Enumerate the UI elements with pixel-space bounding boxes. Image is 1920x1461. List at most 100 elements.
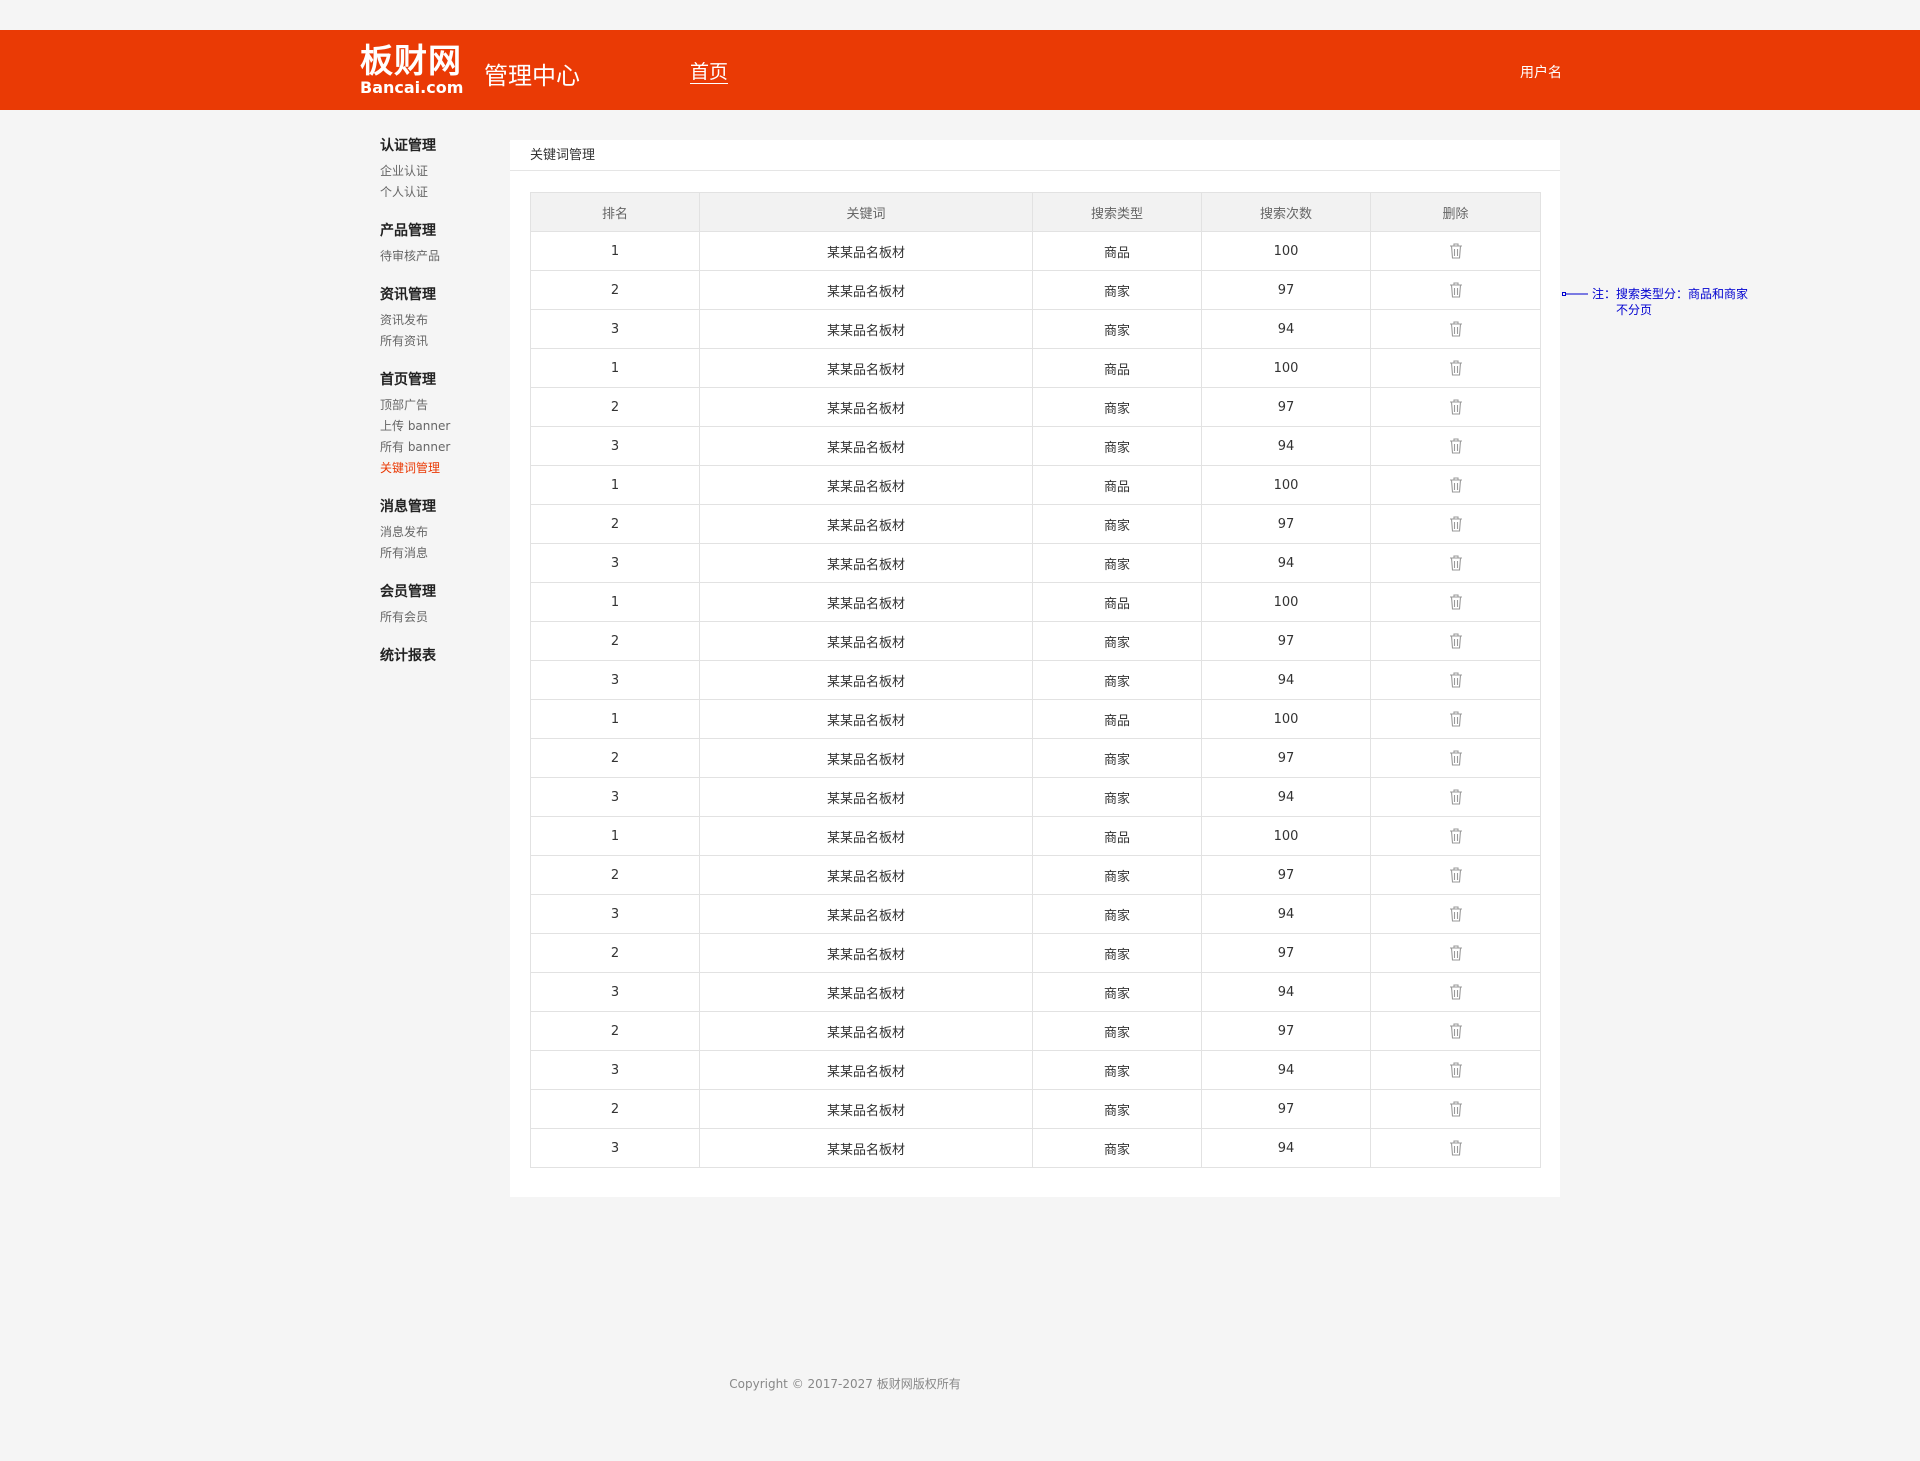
- cell-rank: 3: [530, 1128, 700, 1168]
- sidebar-group-title[interactable]: 会员管理: [380, 582, 510, 603]
- trash-icon[interactable]: [1448, 593, 1464, 611]
- trash-icon[interactable]: [1448, 281, 1464, 299]
- sidebar-item[interactable]: 顶部广告: [380, 395, 510, 416]
- cell-search-type: 商品: [1032, 465, 1202, 505]
- sidebar-item[interactable]: 关键词管理: [380, 458, 510, 479]
- logo-chinese: 板财网: [360, 41, 462, 80]
- sidebar-item[interactable]: 所有 banner: [380, 437, 510, 458]
- cell-search-count: 97: [1201, 738, 1371, 778]
- trash-icon[interactable]: [1448, 749, 1464, 767]
- trash-icon[interactable]: [1448, 359, 1464, 377]
- cell-keyword: 某某品名板材: [699, 621, 1033, 661]
- trash-icon[interactable]: [1448, 554, 1464, 572]
- sidebar-item[interactable]: 消息发布: [380, 522, 510, 543]
- cell-search-count: 94: [1201, 426, 1371, 466]
- sidebar-item[interactable]: 资讯发布: [380, 310, 510, 331]
- table-row: 1 某某品名板材 商品 100: [530, 582, 1541, 622]
- sidebar-group-title[interactable]: 首页管理: [380, 370, 510, 391]
- sidebar-item[interactable]: 所有消息: [380, 543, 510, 564]
- trash-icon[interactable]: [1448, 437, 1464, 455]
- cell-keyword: 某某品名板材: [699, 1128, 1033, 1168]
- sidebar-item[interactable]: 个人认证: [380, 182, 510, 203]
- trash-icon[interactable]: [1448, 983, 1464, 1001]
- cell-search-type: 商家: [1032, 621, 1202, 661]
- trash-icon[interactable]: [1448, 1022, 1464, 1040]
- cell-search-type: 商家: [1032, 426, 1202, 466]
- admin-title: 管理中心: [484, 62, 580, 90]
- sidebar-item[interactable]: 待审核产品: [380, 246, 510, 267]
- cell-delete: [1370, 621, 1541, 661]
- trash-icon[interactable]: [1448, 476, 1464, 494]
- sidebar-group-title[interactable]: 认证管理: [380, 136, 510, 157]
- cell-rank: 2: [530, 1089, 700, 1129]
- cell-search-count: 94: [1201, 660, 1371, 700]
- logo-english: Bancai.com: [360, 78, 464, 97]
- cell-delete: [1370, 270, 1541, 310]
- trash-icon[interactable]: [1448, 944, 1464, 962]
- cell-delete: [1370, 1050, 1541, 1090]
- sidebar-group-title[interactable]: 消息管理: [380, 497, 510, 518]
- cell-rank: 2: [530, 933, 700, 973]
- panel-title: 关键词管理: [510, 140, 1560, 171]
- trash-icon[interactable]: [1448, 1061, 1464, 1079]
- logo[interactable]: 板财网 Bancai.com: [360, 44, 463, 96]
- sidebar-group-title[interactable]: 产品管理: [380, 221, 510, 242]
- trash-icon[interactable]: [1448, 320, 1464, 338]
- trash-icon[interactable]: [1448, 671, 1464, 689]
- cell-delete: [1370, 777, 1541, 817]
- trash-icon[interactable]: [1448, 242, 1464, 260]
- trash-icon[interactable]: [1448, 632, 1464, 650]
- cell-search-count: 97: [1201, 933, 1371, 973]
- cell-search-type: 商品: [1032, 816, 1202, 856]
- cell-keyword: 某某品名板材: [699, 582, 1033, 622]
- trash-icon[interactable]: [1448, 515, 1464, 533]
- cell-keyword: 某某品名板材: [699, 660, 1033, 700]
- annotation-note: 注：搜索类型分：商品和商家 不分页: [1562, 286, 1748, 318]
- trash-icon[interactable]: [1448, 398, 1464, 416]
- table-row: 1 某某品名板材 商品 100: [530, 348, 1541, 388]
- trash-icon[interactable]: [1448, 788, 1464, 806]
- sidebar-group-title[interactable]: 统计报表: [380, 646, 510, 667]
- top-header: 板财网 Bancai.com 管理中心 首页 用户名: [0, 30, 1920, 110]
- trash-icon[interactable]: [1448, 710, 1464, 728]
- cell-rank: 1: [530, 465, 700, 505]
- nav-home-link[interactable]: 首页: [690, 57, 728, 84]
- cell-search-type: 商家: [1032, 309, 1202, 349]
- cell-keyword: 某某品名板材: [699, 426, 1033, 466]
- trash-icon[interactable]: [1448, 1100, 1464, 1118]
- cell-search-type: 商家: [1032, 933, 1202, 973]
- cell-search-type: 商品: [1032, 348, 1202, 388]
- cell-delete: [1370, 972, 1541, 1012]
- trash-icon[interactable]: [1448, 866, 1464, 884]
- cell-search-count: 94: [1201, 894, 1371, 934]
- sidebar-item[interactable]: 企业认证: [380, 161, 510, 182]
- sidebar-group-title[interactable]: 资讯管理: [380, 285, 510, 306]
- trash-icon[interactable]: [1448, 905, 1464, 923]
- table-row: 3 某某品名板材 商家 94: [530, 777, 1541, 817]
- cell-search-count: 94: [1201, 777, 1371, 817]
- note-connector-icon: [1562, 292, 1588, 296]
- table-row: 2 某某品名板材 商家 97: [530, 387, 1541, 427]
- cell-keyword: 某某品名板材: [699, 1089, 1033, 1129]
- sidebar-item[interactable]: 上传 banner: [380, 416, 510, 437]
- cell-rank: 1: [530, 582, 700, 622]
- table-header-row: 排名 关键词 搜索类型 搜索次数 删除: [530, 192, 1541, 232]
- cell-search-type: 商家: [1032, 543, 1202, 583]
- cell-search-type: 商品: [1032, 231, 1202, 271]
- username-link[interactable]: 用户名: [1520, 62, 1562, 82]
- header-search-count: 搜索次数: [1201, 192, 1371, 232]
- sidebar-item[interactable]: 所有会员: [380, 607, 510, 628]
- cell-keyword: 某某品名板材: [699, 816, 1033, 856]
- cell-search-count: 94: [1201, 972, 1371, 1012]
- cell-keyword: 某某品名板材: [699, 465, 1033, 505]
- cell-keyword: 某某品名板材: [699, 699, 1033, 739]
- sidebar-item[interactable]: 所有资讯: [380, 331, 510, 352]
- cell-search-type: 商品: [1032, 582, 1202, 622]
- table-row: 3 某某品名板材 商家 94: [530, 309, 1541, 349]
- cell-rank: 2: [530, 270, 700, 310]
- trash-icon[interactable]: [1448, 1139, 1464, 1157]
- cell-rank: 2: [530, 387, 700, 427]
- cell-search-count: 100: [1201, 465, 1371, 505]
- trash-icon[interactable]: [1448, 827, 1464, 845]
- cell-rank: 3: [530, 1050, 700, 1090]
